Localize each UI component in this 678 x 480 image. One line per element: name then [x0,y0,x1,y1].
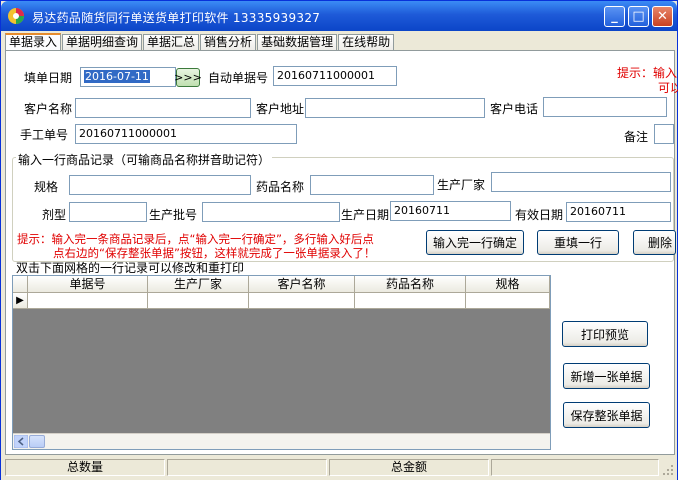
manufacturer-field[interactable] [491,172,671,192]
date-picker-button[interactable]: >>> [174,68,202,87]
tab-online-help[interactable]: 在线帮助 [338,34,395,51]
grid-cell[interactable] [355,293,466,309]
print-preview-button[interactable]: 打印预览 [562,321,648,347]
row-indicator-icon: ▶ [13,293,28,309]
scroll-thumb[interactable] [29,435,45,448]
tab-sales-analysis[interactable]: 销售分析 [200,34,257,51]
drug-name-label: 药品名称 [256,180,305,194]
new-document-button[interactable]: 新增一张单据 [563,363,650,389]
maximize-button[interactable]: □ [628,6,649,27]
tab-base-data[interactable]: 基础数据管理 [257,34,338,51]
tip-text-2: 可以 [658,81,678,95]
manual-no-field[interactable]: 20160711000001 [75,124,297,144]
batch-field[interactable] [202,202,340,222]
app-logo-icon [8,8,24,24]
dosage-label: 剂型 [42,208,67,222]
horizontal-scrollbar[interactable] [13,433,550,449]
customer-name-label: 客户名称 [24,102,73,116]
close-icon: ✕ [657,9,668,24]
grid-header-drug-name[interactable]: 药品名称 [355,276,466,293]
prod-date-field[interactable]: 20160711 [390,201,511,221]
grid-caption: 双击下面网格的一行记录可以修改和重打印 [16,261,245,275]
auto-no-label: 自动单据号 [208,71,269,85]
resize-grip-icon[interactable] [662,464,674,476]
tab-summary[interactable]: 单据汇总 [143,34,200,51]
window-title: 易达药品随货同行单送货单打印软件 13335939327 [32,11,321,25]
grid-cell[interactable] [249,293,355,309]
item-group-title: 输入一行商品记录（可输商品名称拼音助记符） [16,151,273,168]
grid-header-manufacturer[interactable]: 生产厂家 [148,276,249,293]
status-bar: 总数量 总金额 [1,456,677,480]
manufacturer-label: 生产厂家 [437,178,486,192]
grid-cell[interactable] [148,293,249,309]
customer-name-field[interactable] [75,98,251,118]
customer-addr-label: 客户地址 [256,102,305,116]
customer-phone-label: 客户电话 [490,102,539,116]
drug-name-field[interactable] [310,175,434,195]
confirm-row-button[interactable]: 输入完一行确定 [426,230,524,255]
fill-date-label: 填单日期 [24,71,73,85]
total-amount-value [491,459,659,476]
minimize-button[interactable]: _ [604,6,625,27]
customer-phone-field[interactable] [543,97,667,117]
title-bar[interactable]: 易达药品随货同行单送货单打印软件 13335939327 _ □ ✕ [1,1,677,31]
total-quantity-label: 总数量 [5,459,165,476]
document-entry-page: 填单日期 2016-07-11 >>> 自动单据号 20160711000001… [5,50,678,455]
refill-row-button[interactable]: 重填一行 [537,230,619,255]
expiry-label: 有效日期 [515,208,564,222]
maximize-icon: □ [632,9,645,24]
main-window: 易达药品随货同行单送货单打印软件 13335939327 _ □ ✕ 单据录入 … [0,0,678,480]
spec-label: 规格 [34,180,59,194]
customer-addr-field[interactable] [305,98,485,118]
remark-field[interactable] [654,124,674,144]
grid-cell[interactable] [28,293,148,309]
minimize-icon: _ [611,9,618,24]
spec-field[interactable] [69,175,251,195]
prod-date-label: 生产日期 [341,208,390,222]
tab-strip: 单据录入 单据明细查询 单据汇总 销售分析 基础数据管理 在线帮助 [5,33,395,51]
close-button[interactable]: ✕ [652,6,673,27]
total-quantity-value [167,459,327,476]
dosage-field[interactable] [69,202,147,222]
auto-no-field[interactable]: 20160711000001 [273,66,397,86]
save-document-button[interactable]: 保存整张单据 [563,402,650,428]
grid-header-doc-no[interactable]: 单据号 [28,276,148,293]
fill-date-field[interactable]: 2016-07-11 [80,67,176,87]
grid-corner-header [13,276,28,293]
delete-button[interactable]: 删除 [633,230,676,255]
tab-detail-query[interactable]: 单据明细查询 [62,34,143,51]
batch-label: 生产批号 [149,208,198,222]
remark-label: 备注 [624,130,649,144]
manual-no-label: 手工单号 [20,128,69,142]
scroll-left-icon[interactable] [14,435,28,448]
records-grid[interactable]: 单据号 生产厂家 客户名称 药品名称 规格 ▶ [12,275,551,450]
total-amount-label: 总金额 [329,459,489,476]
grid-cell[interactable] [466,293,550,309]
grid-header-spec[interactable]: 规格 [466,276,550,293]
expiry-field[interactable]: 20160711 [566,202,671,222]
grid-header-customer[interactable]: 客户名称 [249,276,355,293]
tab-document-entry[interactable]: 单据录入 [5,33,62,51]
